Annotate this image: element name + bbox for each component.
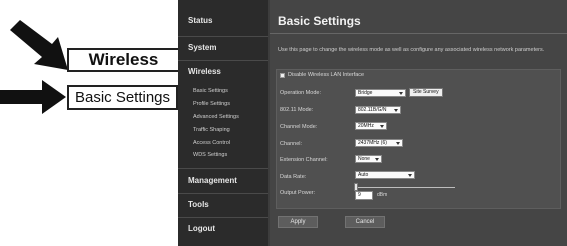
wireless-callout-label: Wireless	[88, 50, 159, 69]
basic-settings-callout: Basic Settings	[67, 85, 178, 110]
sidebar-item-management[interactable]: Management	[178, 168, 268, 185]
channel-mode-select[interactable]: 20MHz	[355, 122, 387, 130]
operation-mode-value: Bridge	[358, 90, 373, 96]
output-power-label: Output Power:	[280, 190, 316, 196]
output-power-unit: dBm	[377, 192, 388, 198]
sidebar-item-status[interactable]: Status	[178, 16, 268, 25]
arrow-to-wireless-icon	[10, 20, 68, 70]
80211-mode-select[interactable]: 802.11B/G/N	[355, 106, 401, 114]
channel-mode-label: Channel Mode:	[280, 124, 318, 130]
chevron-down-icon	[380, 125, 384, 128]
sidebar-item-tools[interactable]: Tools	[178, 193, 268, 209]
chevron-down-icon	[399, 92, 403, 95]
sidebar-item-wireless[interactable]: Wireless	[178, 60, 268, 76]
sidebar-item-logout[interactable]: Logout	[178, 217, 268, 233]
chevron-down-icon	[396, 142, 400, 145]
channel-label: Channel:	[280, 141, 303, 147]
sidebar-subitem-basic-settings[interactable]: Basic Settings	[193, 88, 228, 94]
disable-wlan-label: Disable Wireless LAN Interface	[288, 72, 365, 78]
sidebar-subitem-profile-settings[interactable]: Profile Settings	[193, 101, 230, 107]
sidebar: Status System Wireless Basic Settings Pr…	[178, 0, 268, 246]
sidebar-subitem-access-control[interactable]: Access Control	[193, 140, 230, 146]
operation-mode-select[interactable]: Bridge	[355, 89, 406, 97]
channel-value: 2437MHz (6)	[358, 140, 387, 146]
chevron-down-icon	[408, 174, 412, 177]
chevron-down-icon	[394, 109, 398, 112]
chevron-down-icon	[375, 158, 379, 161]
page-title: Basic Settings	[278, 14, 361, 28]
extension-channel-label: Extension Channel:	[280, 157, 328, 163]
80211-mode-value: 802.11B/G/N	[358, 107, 387, 113]
main-content: Basic Settings Use this page to change t…	[270, 0, 567, 246]
wireless-callout: Wireless	[67, 48, 180, 72]
disable-wlan-checkbox[interactable]	[280, 72, 285, 78]
data-rate-select[interactable]: Auto	[355, 171, 415, 179]
channel-mode-value: 20MHz	[358, 123, 374, 129]
sidebar-item-system[interactable]: System	[178, 36, 268, 52]
site-survey-button[interactable]: Site Survey	[409, 88, 443, 97]
router-admin-ui: Status System Wireless Basic Settings Pr…	[178, 0, 567, 246]
title-divider	[270, 33, 567, 34]
basic-settings-callout-label: Basic Settings	[74, 89, 171, 106]
operation-mode-label: Operation Mode:	[280, 90, 321, 96]
output-power-input[interactable]: 9	[355, 191, 373, 200]
channel-select[interactable]: 2437MHz (6)	[355, 139, 403, 147]
arrow-to-basic-settings-icon	[0, 80, 66, 114]
data-rate-label: Data Rate:	[280, 174, 307, 180]
output-power-slider-track[interactable]	[355, 187, 455, 188]
80211-mode-label: 802.11 Mode:	[280, 107, 314, 113]
sidebar-subitem-wds-settings[interactable]: WDS Settings	[193, 152, 227, 158]
extension-channel-select[interactable]: None	[355, 155, 382, 163]
output-power-slider-handle[interactable]	[354, 183, 358, 191]
sidebar-subitem-advanced-settings[interactable]: Advanced Settings	[193, 114, 239, 120]
data-rate-value: Auto	[358, 172, 369, 178]
page-description: Use this page to change the wireless mod…	[278, 47, 545, 53]
extension-channel-value: None	[358, 156, 370, 162]
apply-button[interactable]: Apply	[278, 216, 318, 228]
cancel-button[interactable]: Cancel	[345, 216, 385, 228]
sidebar-subitem-traffic-shaping[interactable]: Traffic Shaping	[193, 127, 230, 133]
disable-wlan-row: Disable Wireless LAN Interface	[280, 72, 364, 78]
